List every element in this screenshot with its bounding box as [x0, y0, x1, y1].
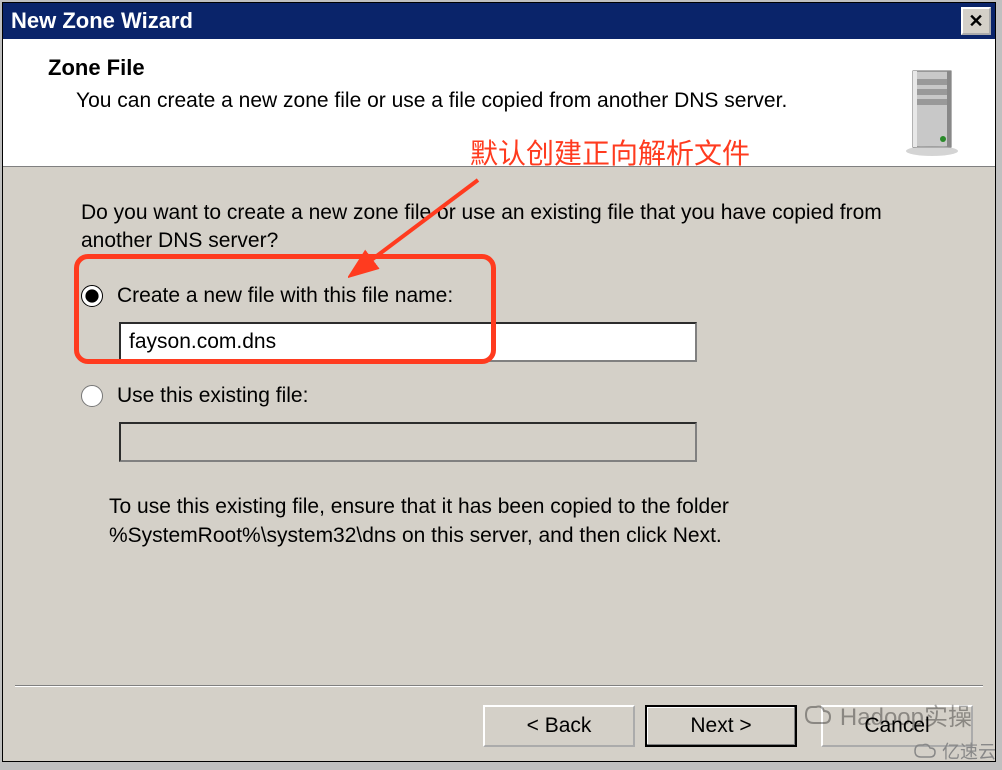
radio-row-new[interactable]: Create a new file with this file name: — [81, 284, 917, 308]
note-text: To use this existing file, ensure that i… — [109, 492, 917, 551]
wizard-body: Do you want to create a new zone file or… — [3, 167, 995, 761]
next-button[interactable]: Next > — [645, 705, 797, 747]
header-title: Zone File — [48, 55, 965, 81]
wizard-header: Zone File You can create a new zone file… — [3, 39, 995, 167]
option2-label: Use this existing file: — [117, 384, 308, 408]
radio-use-existing[interactable] — [81, 385, 103, 407]
new-file-name-input[interactable] — [119, 322, 697, 362]
option1-label: Create a new file with this file name: — [117, 284, 453, 308]
cancel-button[interactable]: Cancel — [821, 705, 973, 747]
header-description: You can create a new zone file or use a … — [76, 89, 965, 113]
back-button[interactable]: < Back — [483, 705, 635, 747]
server-icon — [903, 67, 967, 163]
separator-line — [15, 685, 983, 687]
close-icon: ✕ — [968, 11, 983, 32]
close-button[interactable]: ✕ — [961, 7, 991, 35]
existing-file-name-input — [119, 422, 697, 462]
title-bar[interactable]: New Zone Wizard ✕ — [3, 3, 995, 39]
button-row: < Back Next > Cancel — [483, 705, 973, 747]
option-create-new: Create a new file with this file name: — [81, 284, 917, 362]
wizard-window: New Zone Wizard ✕ Zone File You can crea… — [2, 2, 996, 762]
radio-row-existing[interactable]: Use this existing file: — [81, 384, 917, 408]
window-title: New Zone Wizard — [11, 8, 193, 34]
radio-create-new[interactable] — [81, 285, 103, 307]
question-text: Do you want to create a new zone file or… — [81, 199, 917, 256]
option-existing: Use this existing file: — [81, 384, 917, 462]
